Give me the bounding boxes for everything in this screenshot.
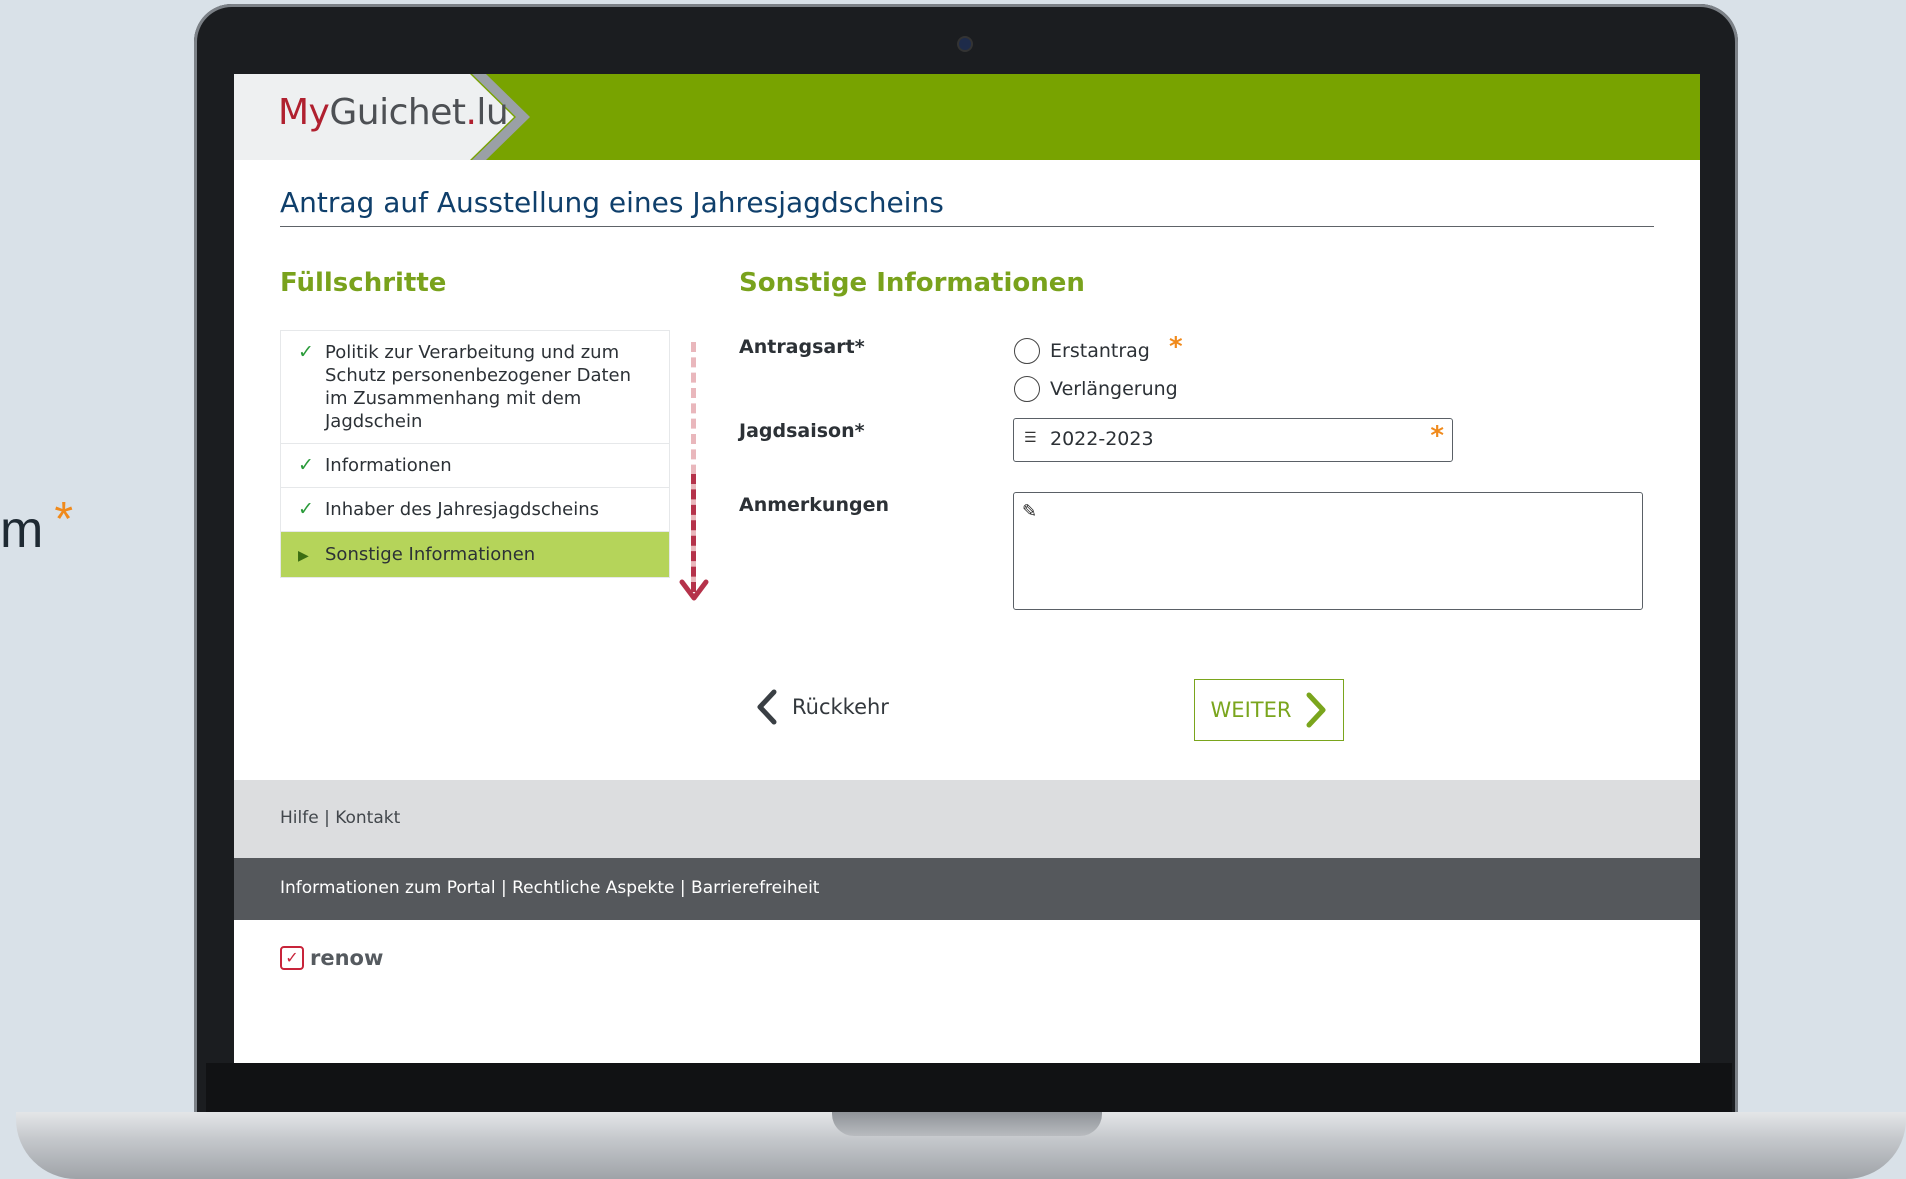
jagdsaison-label: Jagdsaison* [739,420,865,442]
arrow-down-icon [679,579,709,601]
step-item-data-policy[interactable]: ✓ Politik zur Verarbeitung und zum Schut… [281,331,669,444]
required-star: * [1430,421,1444,451]
checkmark-icon: ✓ [298,341,314,363]
step-label: Sonstige Informationen [325,544,536,565]
background-text-fragment: m * [0,493,75,559]
radio-verlaengerung[interactable]: Verlängerung [1014,376,1178,402]
chevron-right-icon [1306,692,1326,728]
anmerkungen-textarea[interactable]: ✎ [1013,492,1643,610]
step-label: Politik zur Verarbeitung und zum Schutz … [325,342,632,432]
checkbox-logo-icon: ✓ [280,946,304,970]
camera-icon [959,38,971,50]
steps-heading: Füllschritte [280,268,447,298]
laptop-notch [832,1112,1102,1136]
anmerkungen-label: Anmerkungen [739,494,889,516]
back-button[interactable]: Rückkehr [756,686,889,728]
footer-help-links[interactable]: Hilfe | Kontakt [280,808,400,828]
browser-screen: MyGuichet.lu Antrag auf Ausstellung eine… [234,74,1700,1063]
footer-portal-links[interactable]: Informationen zum Portal | Rechtliche As… [280,878,819,898]
site-logo[interactable]: MyGuichet.lu [278,92,509,133]
footer-portal: Informationen zum Portal | Rechtliche As… [234,858,1700,920]
next-button[interactable]: WEITER [1194,679,1344,741]
step-label: Inhaber des Jahresjagdscheins [325,499,600,520]
jagdsaison-select[interactable]: ☰ 2022-2023 * [1013,418,1453,462]
required-star: * [1169,332,1183,362]
antragsart-label: Antragsart* [739,336,865,358]
checkmark-icon: ✓ [298,498,314,520]
radio-circle[interactable] [1014,376,1040,402]
form-heading: Sonstige Informationen [739,268,1085,298]
pencil-icon: ✎ [1022,501,1038,522]
checkmark-icon: ✓ [298,454,314,476]
step-item-inhaber[interactable]: ✓ Inhaber des Jahresjagdscheins [281,488,669,532]
step-label: Informationen [325,455,452,476]
radio-circle[interactable] [1014,338,1040,364]
radio-erstantrag[interactable]: Erstantrag [1014,338,1150,364]
page-title: Antrag auf Ausstellung eines Jahresjagds… [280,184,1654,227]
step-item-informationen[interactable]: ✓ Informationen [281,444,669,488]
laptop-bezel-bottom [206,1063,1732,1116]
footer-help: Hilfe | Kontakt [234,780,1700,858]
play-arrow-icon: ▶ [298,548,309,564]
renow-logo[interactable]: ✓ renow [280,946,383,970]
chevron-left-icon [757,689,777,725]
step-item-sonstige-informationen[interactable]: ▶ Sonstige Informationen [281,532,669,578]
list-icon: ☰ [1024,430,1037,446]
steps-list: ✓ Politik zur Verarbeitung und zum Schut… [280,330,670,578]
